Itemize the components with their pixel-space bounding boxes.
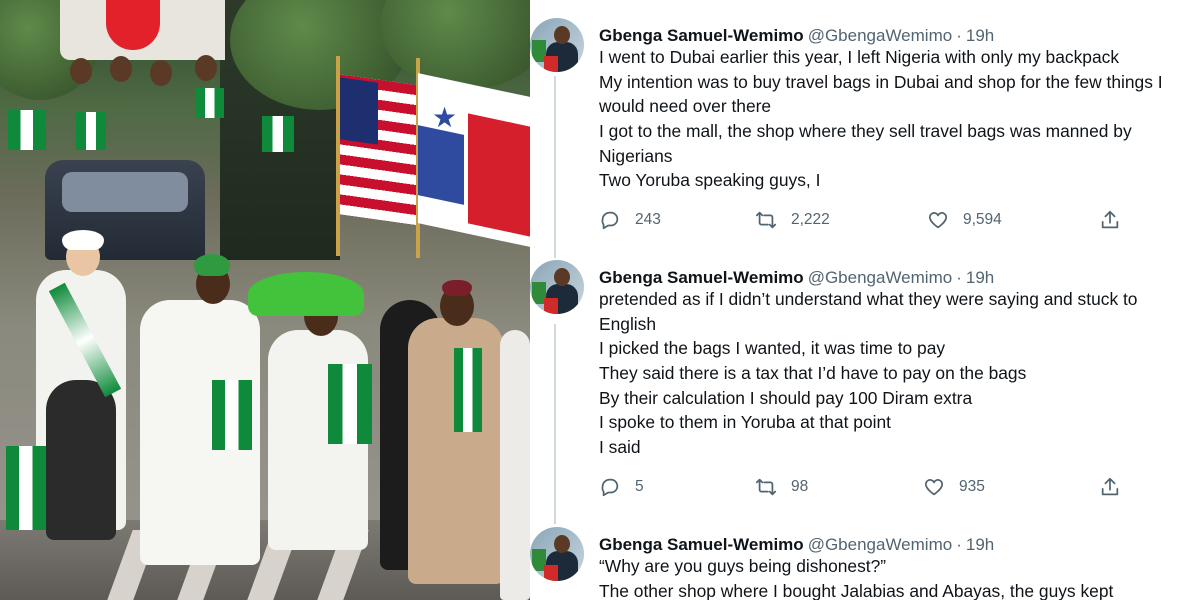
separator-dot: · bbox=[956, 268, 962, 287]
nigeria-flag bbox=[196, 88, 224, 118]
nigeria-flag bbox=[76, 112, 106, 150]
retweet-button[interactable]: 2,222 bbox=[755, 208, 830, 232]
share-button[interactable] bbox=[1099, 475, 1121, 499]
nigeria-flag bbox=[8, 110, 46, 150]
tweet-text-line: “Why are you guys being dishonest?” bbox=[599, 556, 887, 576]
heart-icon bbox=[924, 479, 944, 496]
avatar[interactable] bbox=[530, 18, 584, 72]
tweet-text-line: I picked the bags I wanted, it was time … bbox=[599, 338, 946, 359]
avatar[interactable] bbox=[530, 260, 584, 314]
tweet-time[interactable]: 19h bbox=[966, 26, 994, 45]
reply-button[interactable]: 5 bbox=[599, 475, 644, 499]
tweet-thread: Gbenga Samuel-Wemimo @GbengaWemimo · 19h I … bbox=[530, 0, 1200, 600]
avatar[interactable] bbox=[530, 527, 584, 581]
reply-count: 5 bbox=[635, 478, 644, 495]
red-cap bbox=[442, 280, 472, 296]
green-cap bbox=[194, 254, 230, 276]
tweet-actions: 5 98 935 bbox=[599, 475, 1139, 499]
marcher-trousers bbox=[46, 380, 116, 540]
crowd-person bbox=[110, 56, 132, 82]
author-handle[interactable]: @GbengaWemimo bbox=[808, 535, 953, 554]
author-handle[interactable]: @GbengaWemimo bbox=[808, 26, 953, 45]
retweet-icon bbox=[755, 478, 777, 496]
nigeria-flag bbox=[262, 116, 294, 152]
author-handle[interactable]: @GbengaWemimo bbox=[808, 268, 953, 287]
reply-count: 243 bbox=[635, 211, 661, 228]
tweet-text: pretended as if I didn’t understand what… bbox=[599, 287, 1199, 460]
heart-icon bbox=[928, 212, 948, 229]
reply-button[interactable]: 243 bbox=[599, 208, 661, 232]
like-button[interactable]: 935 bbox=[923, 475, 985, 499]
separator-dot: · bbox=[956, 26, 962, 45]
tweet-text-line: would need over there bbox=[599, 96, 772, 117]
author-name[interactable]: Gbenga Samuel-Wemimo bbox=[599, 535, 804, 554]
reply-icon bbox=[601, 211, 619, 230]
like-count: 935 bbox=[959, 478, 985, 495]
tweet-text-line: English bbox=[599, 313, 657, 334]
red-star-icon: ★ bbox=[486, 194, 512, 225]
tweet-text-line: Two Yoruba speaking guys, I bbox=[599, 170, 821, 191]
tree bbox=[380, 0, 530, 90]
tweet-text-line: I got to the mall, the shop where they s… bbox=[599, 121, 1132, 142]
share-icon bbox=[1101, 210, 1119, 229]
retweet-count: 98 bbox=[791, 478, 809, 495]
like-count: 9,594 bbox=[963, 211, 1002, 228]
crowd-person bbox=[150, 60, 172, 86]
tweet-header: Gbenga Samuel-Wemimo @GbengaWemimo · 19h bbox=[599, 26, 994, 46]
tweet-text-line: The other shop where I bought Jalabias a… bbox=[599, 580, 1114, 600]
separator-dot: · bbox=[956, 535, 962, 554]
tweet-header: Gbenga Samuel-Wemimo @GbengaWemimo · 19h bbox=[599, 535, 994, 555]
tweet[interactable]: Gbenga Samuel-Wemimo @GbengaWemimo · 19h “W… bbox=[530, 527, 1200, 600]
tweet-text-line: I said bbox=[599, 437, 641, 458]
crowd-person bbox=[195, 55, 217, 81]
nigeria-flag bbox=[6, 446, 46, 530]
car-window bbox=[62, 172, 188, 212]
author-name[interactable]: Gbenga Samuel-Wemimo bbox=[599, 26, 804, 45]
retweet-button[interactable]: 98 bbox=[755, 475, 808, 499]
tweet-text-line: My intention was to buy travel bags in D… bbox=[599, 71, 1163, 92]
like-button[interactable]: 9,594 bbox=[927, 208, 1002, 232]
tweet-header: Gbenga Samuel-Wemimo @GbengaWemimo · 19h bbox=[599, 268, 994, 288]
nigeria-flag bbox=[212, 380, 252, 450]
tweet-text: I went to Dubai earlier this year, I lef… bbox=[599, 45, 1199, 193]
nigeria-flag bbox=[328, 364, 372, 444]
tweet-time[interactable]: 19h bbox=[966, 268, 994, 287]
tweet[interactable]: Gbenga Samuel-Wemimo @GbengaWemimo · 19h I … bbox=[530, 18, 1200, 258]
tweet-text-line: I went to Dubai earlier this year, I lef… bbox=[599, 47, 1120, 67]
retweet-icon bbox=[755, 211, 777, 229]
share-icon bbox=[1101, 477, 1119, 496]
tweet-actions: 243 2,222 9,594 bbox=[599, 208, 1139, 232]
tweet-time[interactable]: 19h bbox=[966, 535, 994, 554]
tweet[interactable]: Gbenga Samuel-Wemimo @GbengaWemimo · 19h pr… bbox=[530, 260, 1200, 510]
share-button[interactable] bbox=[1099, 208, 1121, 232]
retweet-count: 2,222 bbox=[791, 211, 830, 228]
tweet-text-line: Nigerians bbox=[599, 145, 673, 166]
nigeria-flag bbox=[454, 348, 482, 432]
green-gele bbox=[248, 272, 364, 316]
marcher bbox=[500, 330, 530, 600]
parade-photo: ★ ★ bbox=[0, 0, 530, 600]
blue-star-icon: ★ bbox=[432, 102, 458, 133]
author-name[interactable]: Gbenga Samuel-Wemimo bbox=[599, 268, 804, 287]
tweet-text: “Why are you guys being dishonest?” The … bbox=[599, 554, 1199, 600]
crowd-person bbox=[70, 58, 92, 84]
white-cap bbox=[62, 230, 104, 250]
tweet-text-line: I spoke to them in Yoruba at that point bbox=[599, 412, 891, 433]
tweet-text-line: By their calculation I should pay 100 Di… bbox=[599, 387, 973, 408]
tweet-text-line: pretended as if I didn’t understand what… bbox=[599, 289, 1138, 309]
tweet-text-line: They said there is a tax that I’d have t… bbox=[599, 363, 1027, 384]
us-flag-canton bbox=[340, 77, 378, 145]
panama-flag-blue bbox=[418, 125, 464, 205]
reply-icon bbox=[601, 478, 619, 497]
